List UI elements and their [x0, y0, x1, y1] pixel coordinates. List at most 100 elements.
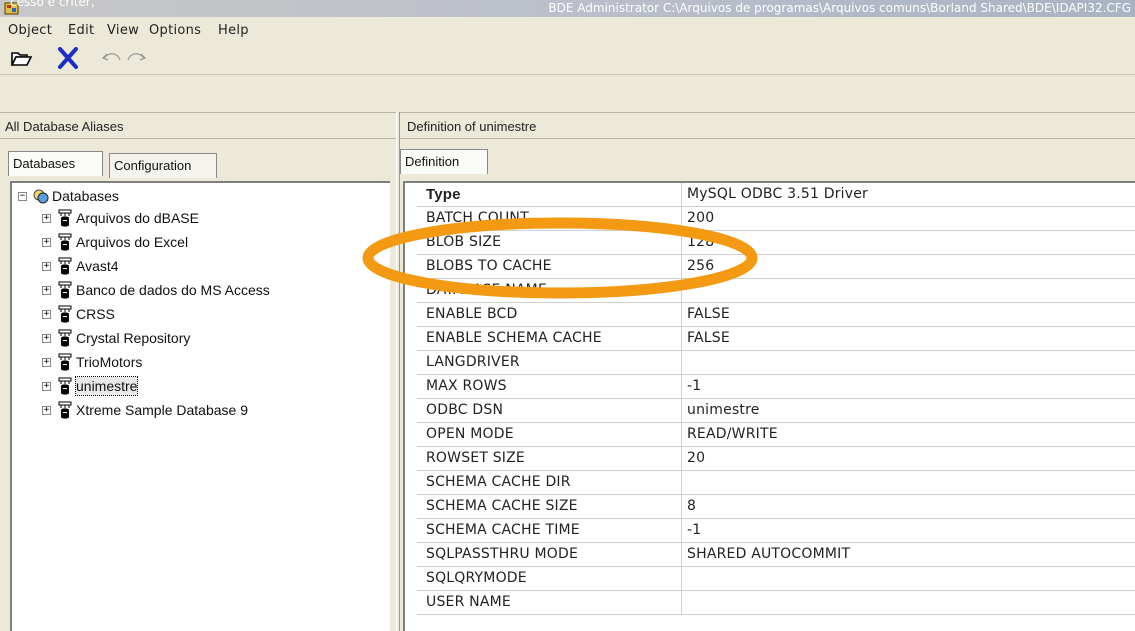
tree-item[interactable]: Xtreme Sample Database 9: [76, 399, 248, 421]
property-value[interactable]: [687, 567, 1135, 590]
grid-row[interactable]: SCHEMA CACHE SIZE 8: [417, 495, 1135, 519]
menu-options[interactable]: Options: [149, 23, 201, 38]
grid-row[interactable]: ROWSET SIZE 20: [417, 447, 1135, 471]
expand-toggle[interactable]: +: [42, 286, 51, 295]
menu-bar: Object Edit View Options Help: [0, 17, 1135, 43]
grid-row[interactable]: OPEN MODE READ/WRITE: [417, 423, 1135, 447]
expand-toggle[interactable]: +: [42, 406, 51, 415]
property-name: OPEN MODE: [426, 426, 514, 442]
expand-toggle[interactable]: +: [42, 262, 51, 271]
expand-toggle[interactable]: +: [42, 334, 51, 343]
redo-icon[interactable]: [123, 46, 149, 70]
menu-view[interactable]: View: [107, 23, 139, 38]
property-value[interactable]: 128: [687, 231, 1135, 254]
delete-x-icon[interactable]: [55, 46, 81, 70]
tree-item[interactable]: Avast4: [76, 255, 119, 277]
menu-help[interactable]: Help: [218, 23, 249, 38]
grid-row[interactable]: BLOBS TO CACHE 256: [417, 255, 1135, 279]
expand-toggle[interactable]: +: [42, 310, 51, 319]
property-name: SCHEMA CACHE SIZE: [426, 498, 578, 514]
property-value[interactable]: FALSE: [687, 303, 1135, 326]
left-panel-header: All Database Aliases: [0, 112, 396, 139]
tree-item[interactable]: Crystal Repository: [76, 327, 190, 349]
column-separator: [681, 471, 682, 495]
grid-row[interactable]: LANGDRIVER: [417, 351, 1135, 375]
title-bar[interactable]: cesso e criter, BDE Administrator C:\Arq…: [0, 0, 1135, 17]
grid-row[interactable]: BATCH COUNT 200: [417, 207, 1135, 231]
tree-item-selected[interactable]: unimestre: [74, 376, 139, 396]
definition-grid[interactable]: Type MySQL ODBC 3.51 Driver BATCH COUNT 200…: [403, 181, 1135, 631]
grid-row[interactable]: USER NAME: [417, 591, 1135, 615]
tree-item[interactable]: Arquivos do dBASE: [76, 207, 199, 229]
database-alias-icon: [58, 257, 72, 275]
databases-root-icon: [33, 189, 49, 204]
property-name: SQLPASSTHRU MODE: [426, 546, 579, 562]
column-separator: [681, 303, 682, 327]
property-value[interactable]: [687, 591, 1135, 614]
property-name: Type: [426, 186, 461, 203]
property-value[interactable]: MySQL ODBC 3.51 Driver: [687, 183, 1135, 206]
property-name: ENABLE BCD: [426, 306, 518, 322]
grid-row[interactable]: SQLPASSTHRU MODE SHARED AUTOCOMMIT: [417, 543, 1135, 567]
property-name: SCHEMA CACHE TIME: [426, 522, 580, 538]
grid-row[interactable]: ODBC DSN unimestre: [417, 399, 1135, 423]
property-name: ODBC DSN: [426, 402, 504, 418]
property-value[interactable]: SHARED AUTOCOMMIT: [687, 543, 1135, 566]
tab-databases[interactable]: Databases: [8, 151, 103, 176]
menu-object[interactable]: Object: [8, 23, 52, 38]
database-alias-icon: [58, 353, 72, 371]
expand-toggle[interactable]: +: [42, 358, 51, 367]
grid-row[interactable]: SQLQRYMODE: [417, 567, 1135, 591]
property-name: SQLQRYMODE: [426, 570, 527, 586]
grid-row[interactable]: BLOB SIZE 128: [417, 231, 1135, 255]
property-value[interactable]: 256: [687, 255, 1135, 278]
grid-row[interactable]: Type MySQL ODBC 3.51 Driver: [417, 183, 1135, 207]
property-value[interactable]: -1: [687, 375, 1135, 398]
property-value[interactable]: FALSE: [687, 327, 1135, 350]
grid-row[interactable]: MAX ROWS -1: [417, 375, 1135, 399]
property-value[interactable]: READ/WRITE: [687, 423, 1135, 446]
property-value[interactable]: 200: [687, 207, 1135, 230]
database-alias-icon: [58, 401, 72, 419]
undo-icon[interactable]: [99, 46, 125, 70]
property-name: DATABASE NAME: [426, 282, 548, 298]
column-separator: [681, 495, 682, 519]
menu-edit[interactable]: Edit: [68, 23, 94, 38]
property-name: ROWSET SIZE: [426, 450, 525, 466]
column-separator: [681, 351, 682, 375]
tree-item[interactable]: TrioMotors: [76, 351, 142, 373]
property-value[interactable]: [687, 471, 1135, 494]
grid-row[interactable]: ENABLE BCD FALSE: [417, 303, 1135, 327]
grid-row[interactable]: SCHEMA CACHE DIR: [417, 471, 1135, 495]
database-tree[interactable]: − Databases + Arquivos do dBASE + Arquivos …: [10, 181, 390, 631]
property-value[interactable]: [687, 351, 1135, 374]
column-separator: [681, 591, 682, 615]
collapse-toggle[interactable]: −: [18, 192, 27, 201]
property-value[interactable]: [687, 279, 1135, 302]
column-separator: [681, 183, 682, 207]
open-folder-icon[interactable]: [8, 46, 34, 70]
property-value[interactable]: 8: [687, 495, 1135, 518]
tree-root-databases[interactable]: Databases: [52, 185, 119, 207]
property-name: BLOB SIZE: [426, 234, 502, 250]
property-value[interactable]: 20: [687, 447, 1135, 470]
expand-toggle[interactable]: +: [42, 238, 51, 247]
column-separator: [681, 519, 682, 543]
property-name: BLOBS TO CACHE: [426, 258, 552, 274]
tab-configuration[interactable]: Configuration: [109, 153, 217, 178]
tree-item[interactable]: CRSS: [76, 303, 115, 325]
tree-item[interactable]: Arquivos do Excel: [76, 231, 188, 253]
tab-definition[interactable]: Definition: [400, 149, 488, 174]
column-separator: [681, 207, 682, 231]
panel-splitter[interactable]: [396, 112, 400, 631]
grid-row[interactable]: DATABASE NAME: [417, 279, 1135, 303]
right-panel-header: Definition of unimestre: [400, 112, 1135, 139]
expand-toggle[interactable]: +: [42, 214, 51, 223]
property-name: USER NAME: [426, 594, 511, 610]
grid-row[interactable]: SCHEMA CACHE TIME -1: [417, 519, 1135, 543]
tree-item[interactable]: Banco de dados do MS Access: [76, 279, 270, 301]
expand-toggle[interactable]: +: [42, 382, 51, 391]
grid-row[interactable]: ENABLE SCHEMA CACHE FALSE: [417, 327, 1135, 351]
property-value[interactable]: -1: [687, 519, 1135, 542]
property-value[interactable]: unimestre: [687, 399, 1135, 422]
